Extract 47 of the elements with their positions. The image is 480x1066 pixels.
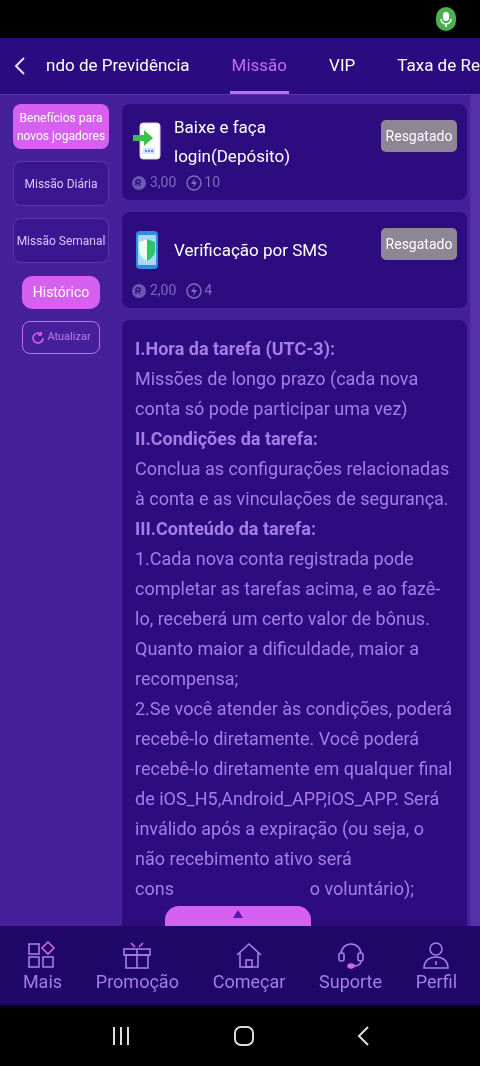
coin-icon bbox=[132, 283, 146, 298]
history-button[interactable]: Histórico bbox=[22, 276, 100, 309]
task-title: Verificação por SMS bbox=[174, 238, 329, 262]
nav-tab[interactable]: Suporte bbox=[319, 938, 383, 993]
lightning-icon bbox=[186, 174, 203, 191]
sidebar-item[interactable]: Benefícios para novos jogadores bbox=[13, 104, 109, 149]
task-title: Baixe e faça login(Depósito) bbox=[174, 116, 292, 168]
back-icon[interactable] bbox=[14, 57, 26, 75]
section-heading: II.Condições da tarefa: bbox=[135, 427, 319, 451]
nav-tab[interactable]: Mais bbox=[22, 938, 63, 993]
microphone-icon bbox=[436, 7, 456, 31]
coin-icon bbox=[132, 175, 146, 190]
grid-icon bbox=[28, 940, 57, 969]
rule-paragraph: Missões de longo prazo (cada nova conta só pode participar uma vez) bbox=[135, 367, 420, 421]
refresh-button[interactable]: Atualizar bbox=[22, 321, 100, 354]
pull-up-tab[interactable] bbox=[165, 906, 311, 926]
phone-shield-icon bbox=[135, 230, 159, 270]
gift-icon bbox=[123, 940, 152, 969]
sidebar-item[interactable]: Missão Diária bbox=[13, 161, 109, 206]
nav-tab[interactable]: Promoção bbox=[95, 938, 179, 993]
user-icon bbox=[422, 940, 451, 969]
money-amount: 3,00 bbox=[150, 173, 177, 192]
recent-apps-icon[interactable] bbox=[111, 1025, 132, 1046]
phone-arrow-icon bbox=[132, 122, 162, 162]
rule-paragraph: 1.Cada nova conta registrada pode completar as tarefas acima, e ao fazê-lo, receberá um certo valor de bônus. Quanto maior a dificuldade, maior a recompensa; bbox=[135, 547, 442, 691]
tab[interactable]: ndo de Previdência bbox=[44, 38, 192, 94]
redeemed-button[interactable]: Resgatado bbox=[381, 120, 457, 152]
home-icon bbox=[235, 940, 263, 969]
points-amount: 4 bbox=[204, 281, 213, 300]
rule-text-fragment: o voluntário); bbox=[309, 877, 414, 901]
rule-paragraph: Conclua as configurações relacionadas à conta e as vinculações de segurança. bbox=[135, 457, 451, 511]
points-amount: 10 bbox=[204, 173, 221, 192]
refresh-icon bbox=[31, 330, 46, 345]
nav-tab[interactable]: Começar bbox=[212, 938, 286, 993]
sidebar-item[interactable]: Missão Semanal bbox=[13, 218, 109, 263]
tab[interactable]: VIP bbox=[327, 38, 358, 94]
section-heading: III.Conteúdo da tarefa: bbox=[135, 517, 317, 541]
lightning-icon bbox=[186, 282, 203, 299]
nav-tab[interactable]: Perfil bbox=[415, 938, 458, 993]
rule-text-fragment: cons bbox=[135, 877, 174, 901]
section-heading: I.Hora da tarefa (UTC-3): bbox=[135, 337, 337, 361]
tab[interactable]: Taxa de Re bbox=[395, 38, 480, 94]
home-button-icon[interactable] bbox=[234, 1025, 254, 1046]
caret-up-icon bbox=[233, 910, 243, 918]
redeemed-button[interactable]: Resgatado bbox=[381, 228, 457, 260]
money-amount: 2,00 bbox=[150, 281, 177, 300]
back-icon[interactable] bbox=[356, 1025, 369, 1046]
